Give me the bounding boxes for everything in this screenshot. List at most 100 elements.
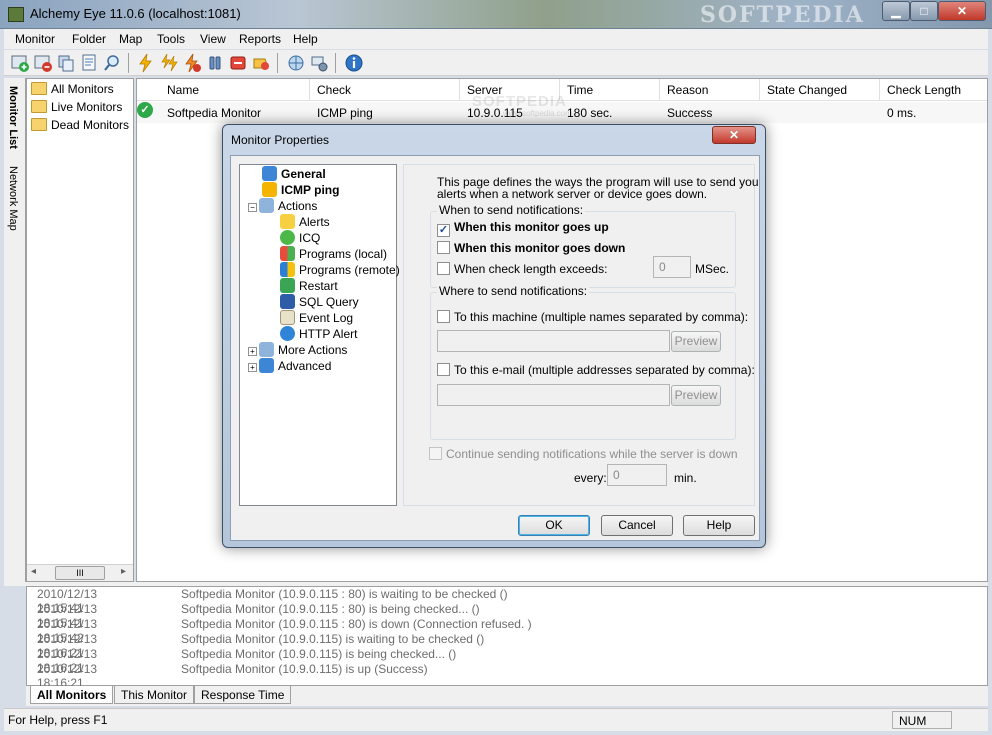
column-divider xyxy=(309,79,310,101)
tree-node-programs-remote[interactable]: Programs (remote) xyxy=(280,262,400,278)
log-message: Softpedia Monitor (10.9.0.115 : 80) is w… xyxy=(181,587,508,601)
tree-item-live-monitors[interactable]: Live Monitors xyxy=(31,100,122,118)
cancel-button[interactable]: Cancel xyxy=(601,515,673,536)
tree-node-http-alert[interactable]: HTTP Alert xyxy=(280,326,357,342)
column-name[interactable]: Name xyxy=(167,83,199,97)
tree-node-more-actions[interactable]: + More Actions xyxy=(248,342,347,358)
scroll-left-arrow[interactable]: ◂ xyxy=(31,566,36,577)
minimize-button[interactable]: ▁ xyxy=(882,1,910,21)
log-message: Softpedia Monitor (10.9.0.115) is up (Su… xyxy=(181,662,428,676)
tree-node-label: Restart xyxy=(299,279,338,293)
close-button[interactable]: ✕ xyxy=(938,1,986,21)
tab-this-monitor[interactable]: This Monitor xyxy=(114,686,195,704)
title-bar[interactable]: Alchemy Eye 11.0.6 (localhost:1081) SOFT… xyxy=(0,0,992,29)
when-up-checkbox[interactable]: ✓ When this monitor goes up xyxy=(437,220,609,237)
check-icon[interactable] xyxy=(136,53,156,73)
column-check-length[interactable]: Check Length xyxy=(887,83,961,97)
checkbox[interactable] xyxy=(437,241,450,254)
menu-map[interactable]: Map xyxy=(119,32,142,46)
column-time[interactable]: Time xyxy=(567,83,593,97)
menu-view[interactable]: View xyxy=(200,32,226,46)
tab-response-time[interactable]: Response Time xyxy=(194,686,292,704)
list-watermark: SOFTPEDIA xyxy=(472,93,567,110)
tree-node-icmp-ping[interactable]: ICMP ping xyxy=(262,182,339,198)
dialog-close-button[interactable]: ✕ xyxy=(712,126,756,144)
menu-tools[interactable]: Tools xyxy=(157,32,185,46)
tab-network-map[interactable]: Network Map xyxy=(7,166,19,231)
checkbox[interactable] xyxy=(437,363,450,376)
checkbox-disabled[interactable] xyxy=(429,447,442,460)
tree-node-programs-local[interactable]: Programs (local) xyxy=(280,246,387,262)
maximize-button[interactable]: □ xyxy=(910,1,938,21)
every-input[interactable]: 0 xyxy=(607,464,667,486)
menu-reports[interactable]: Reports xyxy=(239,32,281,46)
copy-icon[interactable] xyxy=(56,53,76,73)
column-check[interactable]: Check xyxy=(317,83,351,97)
check-failed-icon[interactable] xyxy=(182,53,202,73)
checkbox[interactable] xyxy=(437,262,450,275)
email-addresses-input[interactable] xyxy=(437,384,670,406)
app-icon[interactable] xyxy=(8,7,24,22)
continue-checkbox[interactable]: Continue sending notifications while the… xyxy=(429,447,738,461)
scroll-right-arrow[interactable]: ▸ xyxy=(121,566,126,577)
properties-icon[interactable] xyxy=(79,53,99,73)
tree-node-restart[interactable]: Restart xyxy=(280,278,338,294)
column-reason[interactable]: Reason xyxy=(667,83,708,97)
checkbox-label: To this machine (multiple names separate… xyxy=(454,310,749,324)
alert-icon[interactable] xyxy=(251,53,271,73)
column-state-changed[interactable]: State Changed xyxy=(767,83,847,97)
tree-node-label: Programs (local) xyxy=(299,247,388,261)
tree-node-alerts[interactable]: Alerts xyxy=(280,214,330,230)
every-label: every: xyxy=(574,471,607,485)
tree-node-general[interactable]: General xyxy=(262,166,326,182)
cell-reason: Success xyxy=(667,106,713,120)
ok-button[interactable]: OK xyxy=(518,515,590,536)
tree-item-all-monitors[interactable]: All Monitors xyxy=(31,82,114,100)
checkbox-label: When this monitor goes down xyxy=(454,241,626,255)
menu-folder[interactable]: Folder xyxy=(72,32,106,46)
dialog-body: General ICMP ping − Actions Alerts ICQ Pr… xyxy=(230,155,760,541)
tab-all-monitors[interactable]: All Monitors xyxy=(30,686,114,704)
toolbar-separator xyxy=(128,53,129,73)
menu-help[interactable]: Help xyxy=(293,32,318,46)
network-icon[interactable] xyxy=(286,53,306,73)
tree-node-event-log[interactable]: Event Log xyxy=(280,310,353,326)
when-length-checkbox[interactable]: When check length exceeds: xyxy=(437,262,607,276)
expand-icon[interactable]: + xyxy=(248,363,257,372)
tree-node-sql-query[interactable]: SQL Query xyxy=(280,294,359,310)
pause-icon[interactable] xyxy=(205,53,225,73)
side-tabs: Monitor List Network Map xyxy=(4,78,26,582)
checkbox[interactable] xyxy=(437,310,450,323)
expand-icon[interactable]: + xyxy=(248,347,257,356)
help-button[interactable]: Help xyxy=(683,515,755,536)
preview-email-button[interactable]: Preview xyxy=(671,385,721,406)
tree-horizontal-scrollbar[interactable]: ◂ III ▸ xyxy=(27,564,133,581)
cell-check-length: 0 ms. xyxy=(887,106,917,120)
icq-icon xyxy=(280,230,295,245)
tab-monitor-list[interactable]: Monitor List xyxy=(7,86,19,149)
stop-icon[interactable] xyxy=(228,53,248,73)
checkbox-checked[interactable]: ✓ xyxy=(437,224,450,237)
tree-item-dead-monitors[interactable]: Dead Monitors xyxy=(31,118,129,136)
collapse-icon[interactable]: − xyxy=(248,203,257,212)
to-machine-checkbox[interactable]: To this machine (multiple names separate… xyxy=(437,310,748,324)
tree-node-icq[interactable]: ICQ xyxy=(280,230,320,246)
tree-node-label: Advanced xyxy=(278,359,332,373)
tree-node-advanced[interactable]: + Advanced xyxy=(248,358,331,374)
preview-machine-button[interactable]: Preview xyxy=(671,331,721,352)
delete-monitor-icon[interactable] xyxy=(33,53,53,73)
when-down-checkbox[interactable]: When this monitor goes down xyxy=(437,241,625,255)
check-all-icon[interactable] xyxy=(159,53,179,73)
to-email-checkbox[interactable]: To this e-mail (multiple addresses separ… xyxy=(437,363,755,377)
network-settings-icon[interactable] xyxy=(309,53,329,73)
tree-node-actions[interactable]: − Actions xyxy=(248,198,317,214)
new-monitor-icon[interactable] xyxy=(10,53,30,73)
scroll-thumb[interactable]: III xyxy=(55,566,105,580)
actions-icon xyxy=(259,198,274,213)
status-num-lock: NUM xyxy=(892,711,952,729)
find-icon[interactable] xyxy=(102,53,122,73)
menu-monitor[interactable]: Monitor xyxy=(15,32,55,46)
info-icon[interactable] xyxy=(344,53,364,73)
length-input[interactable]: 0 xyxy=(653,256,691,278)
machine-names-input[interactable] xyxy=(437,330,670,352)
